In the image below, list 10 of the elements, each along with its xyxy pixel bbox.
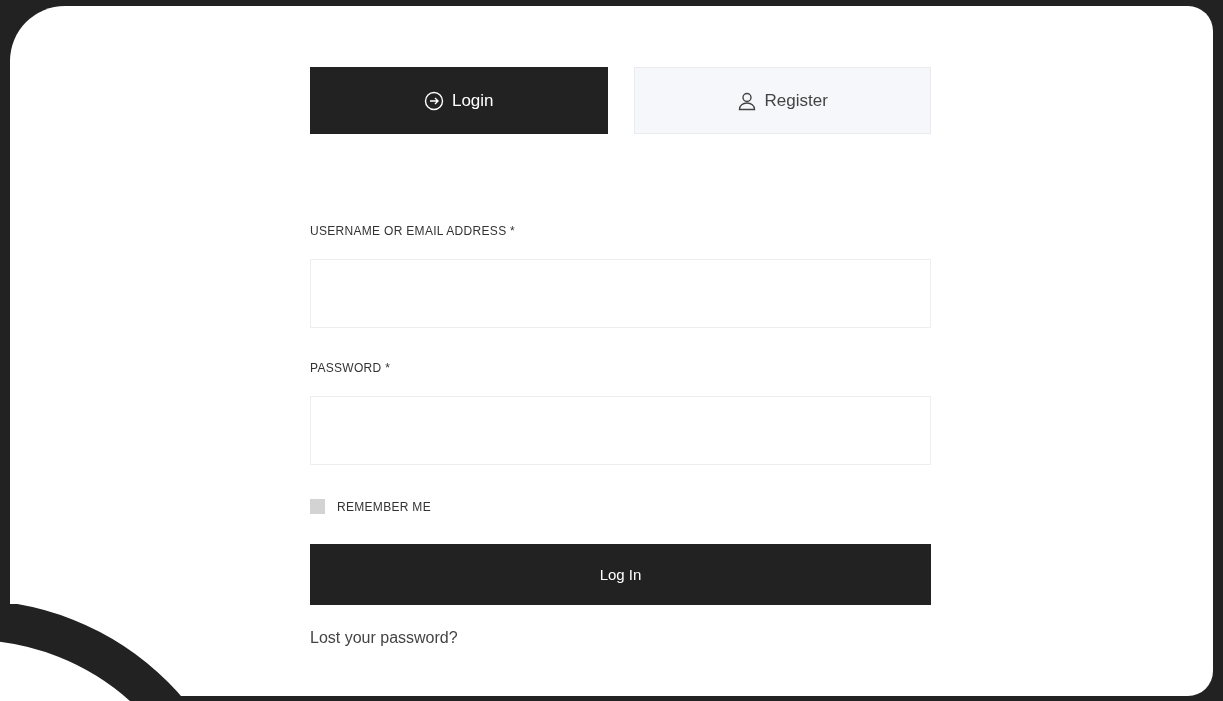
checkbox[interactable] <box>310 499 325 514</box>
lost-password-link[interactable]: Lost your password? <box>310 629 458 647</box>
field-label: PASSWORD * <box>310 361 392 375</box>
field-label: USERNAME OR EMAIL ADDRESS * <box>310 224 517 238</box>
tab[interactable]: Register <box>633 67 931 134</box>
tab[interactable]: Login <box>310 67 608 134</box>
checkbox-label: REMEMBER ME <box>337 499 431 514</box>
arrow-circle-icon <box>423 90 444 111</box>
login-button[interactable]: Log In <box>310 544 931 605</box>
user-icon <box>736 90 757 111</box>
